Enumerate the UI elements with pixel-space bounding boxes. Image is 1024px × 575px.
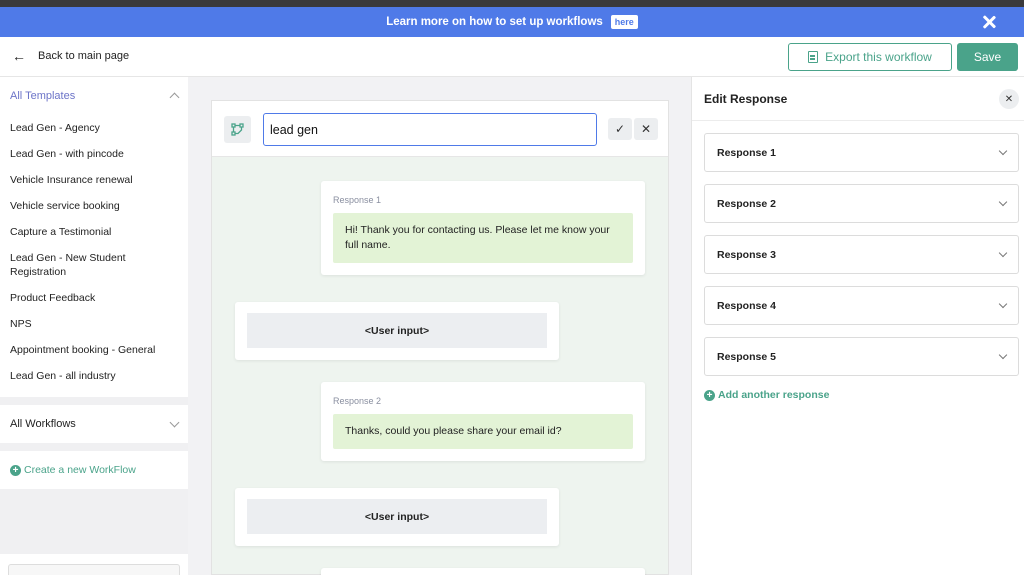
chevron-down-icon bbox=[998, 197, 1008, 207]
panel-title: Edit Response bbox=[692, 77, 1024, 121]
response-accordion[interactable]: Response 5 bbox=[704, 337, 1019, 376]
chevron-down-icon bbox=[998, 146, 1008, 156]
user-input-card[interactable]: <User input> bbox=[235, 488, 559, 546]
banner-close-icon[interactable] bbox=[980, 13, 998, 31]
response-message: Thanks, could you please share your emai… bbox=[333, 414, 633, 449]
chevron-down-icon bbox=[998, 248, 1008, 258]
info-banner: Learn more on how to set up workflows he… bbox=[0, 7, 1024, 37]
plus-circle-icon: + bbox=[10, 464, 21, 476]
template-item[interactable]: Lead Gen - New Student Registration bbox=[10, 245, 178, 285]
workflow-name-bar: ✓ ✕ bbox=[212, 101, 668, 157]
workflows-section: All Workflows bbox=[0, 405, 188, 443]
back-to-main-link[interactable]: ← Back to main page bbox=[12, 49, 129, 63]
back-label: Back to main page bbox=[38, 50, 130, 62]
sidebar-footer bbox=[0, 554, 188, 575]
response-card-title: Response 1 bbox=[333, 195, 382, 205]
response-card[interactable] bbox=[321, 568, 645, 575]
close-icon: ✕ bbox=[1004, 93, 1014, 105]
all-workflows-label: All Workflows bbox=[10, 418, 76, 430]
chevron-down-icon bbox=[998, 299, 1008, 309]
footer-control[interactable] bbox=[8, 564, 180, 575]
all-templates-toggle[interactable]: All Templates bbox=[0, 77, 188, 115]
save-button[interactable]: Save bbox=[957, 43, 1018, 71]
template-item[interactable]: Appointment booking - General bbox=[10, 337, 178, 363]
add-response-link[interactable]: + Add another response bbox=[704, 389, 829, 401]
sidebar-divider bbox=[0, 397, 188, 405]
response-message: Hi! Thank you for contacting us. Please … bbox=[333, 213, 633, 263]
accordion-label: Response 5 bbox=[717, 350, 776, 363]
user-input-card[interactable]: <User input> bbox=[235, 302, 559, 360]
response-accordion[interactable]: Response 3 bbox=[704, 235, 1019, 274]
response-accordion[interactable]: Response 4 bbox=[704, 286, 1019, 325]
user-input-placeholder: <User input> bbox=[247, 313, 547, 348]
template-item[interactable]: Lead Gen - with pincode bbox=[10, 141, 178, 167]
page-header: ← Back to main page Export this workflow… bbox=[0, 37, 1024, 77]
banner-text: Learn more on how to set up workflows bbox=[386, 16, 603, 28]
user-input-placeholder: <User input> bbox=[247, 499, 547, 534]
cancel-name-button[interactable]: ✕ bbox=[634, 118, 658, 140]
template-item[interactable]: Vehicle Insurance renewal bbox=[10, 167, 178, 193]
response-card-title: Response 2 bbox=[333, 396, 382, 406]
sidebar-divider bbox=[0, 443, 188, 451]
accordion-label: Response 2 bbox=[717, 197, 776, 210]
response-card[interactable]: Response 1 Hi! Thank you for contacting … bbox=[321, 181, 645, 275]
create-workflow-link[interactable]: + Create a new WorkFlow bbox=[0, 451, 188, 489]
banner-here-link[interactable]: here bbox=[610, 15, 638, 29]
chevron-down-icon bbox=[998, 350, 1008, 360]
template-item[interactable]: Vehicle service booking bbox=[10, 193, 178, 219]
flow-icon[interactable] bbox=[224, 116, 251, 143]
template-item[interactable]: Capture a Testimonial bbox=[10, 219, 178, 245]
template-item[interactable]: NPS bbox=[10, 311, 178, 337]
accordion-label: Response 1 bbox=[717, 146, 776, 159]
response-card[interactable]: Response 2 Thanks, could you please shar… bbox=[321, 382, 645, 461]
document-icon bbox=[808, 51, 819, 63]
workflow-canvas: ✓ ✕ Response 1 Hi! Thank you for contact… bbox=[211, 100, 669, 575]
workflow-name-input[interactable] bbox=[263, 113, 597, 146]
add-response-label: Add another response bbox=[718, 389, 830, 401]
panel-close-button[interactable]: ✕ bbox=[999, 89, 1019, 109]
response-accordion[interactable]: Response 2 bbox=[704, 184, 1019, 223]
template-item[interactable]: Product Feedback bbox=[10, 285, 178, 311]
plus-circle-icon: + bbox=[704, 389, 715, 401]
all-workflows-toggle[interactable]: All Workflows bbox=[0, 405, 188, 443]
create-section: + Create a new WorkFlow bbox=[0, 451, 188, 489]
chevron-down-icon bbox=[169, 417, 180, 428]
template-item[interactable]: Lead Gen - Agency bbox=[10, 115, 178, 141]
check-icon: ✓ bbox=[614, 122, 626, 136]
arrow-left-icon: ← bbox=[12, 48, 26, 64]
export-label: Export this workflow bbox=[825, 50, 932, 64]
templates-section: All Templates Lead Gen - Agency Lead Gen… bbox=[0, 77, 188, 397]
create-workflow-label: Create a new WorkFlow bbox=[24, 464, 136, 476]
accordion-label: Response 4 bbox=[717, 299, 776, 312]
template-item[interactable]: Lead Gen - all industry bbox=[10, 363, 178, 389]
template-list: Lead Gen - Agency Lead Gen - with pincod… bbox=[0, 115, 188, 397]
close-icon: ✕ bbox=[640, 122, 652, 136]
workflow-graph-icon bbox=[231, 123, 244, 136]
edit-response-panel: Edit Response ✕ Response 1 Response 2 Re… bbox=[691, 77, 1024, 575]
top-strip bbox=[0, 0, 1024, 7]
response-accordion[interactable]: Response 1 bbox=[704, 133, 1019, 172]
export-workflow-button[interactable]: Export this workflow bbox=[788, 43, 952, 71]
templates-sidebar: All Templates Lead Gen - Agency Lead Gen… bbox=[0, 77, 188, 575]
accordion-label: Response 3 bbox=[717, 248, 776, 261]
all-templates-label: All Templates bbox=[10, 90, 76, 102]
confirm-name-button[interactable]: ✓ bbox=[608, 118, 632, 140]
chevron-up-icon bbox=[169, 92, 180, 103]
